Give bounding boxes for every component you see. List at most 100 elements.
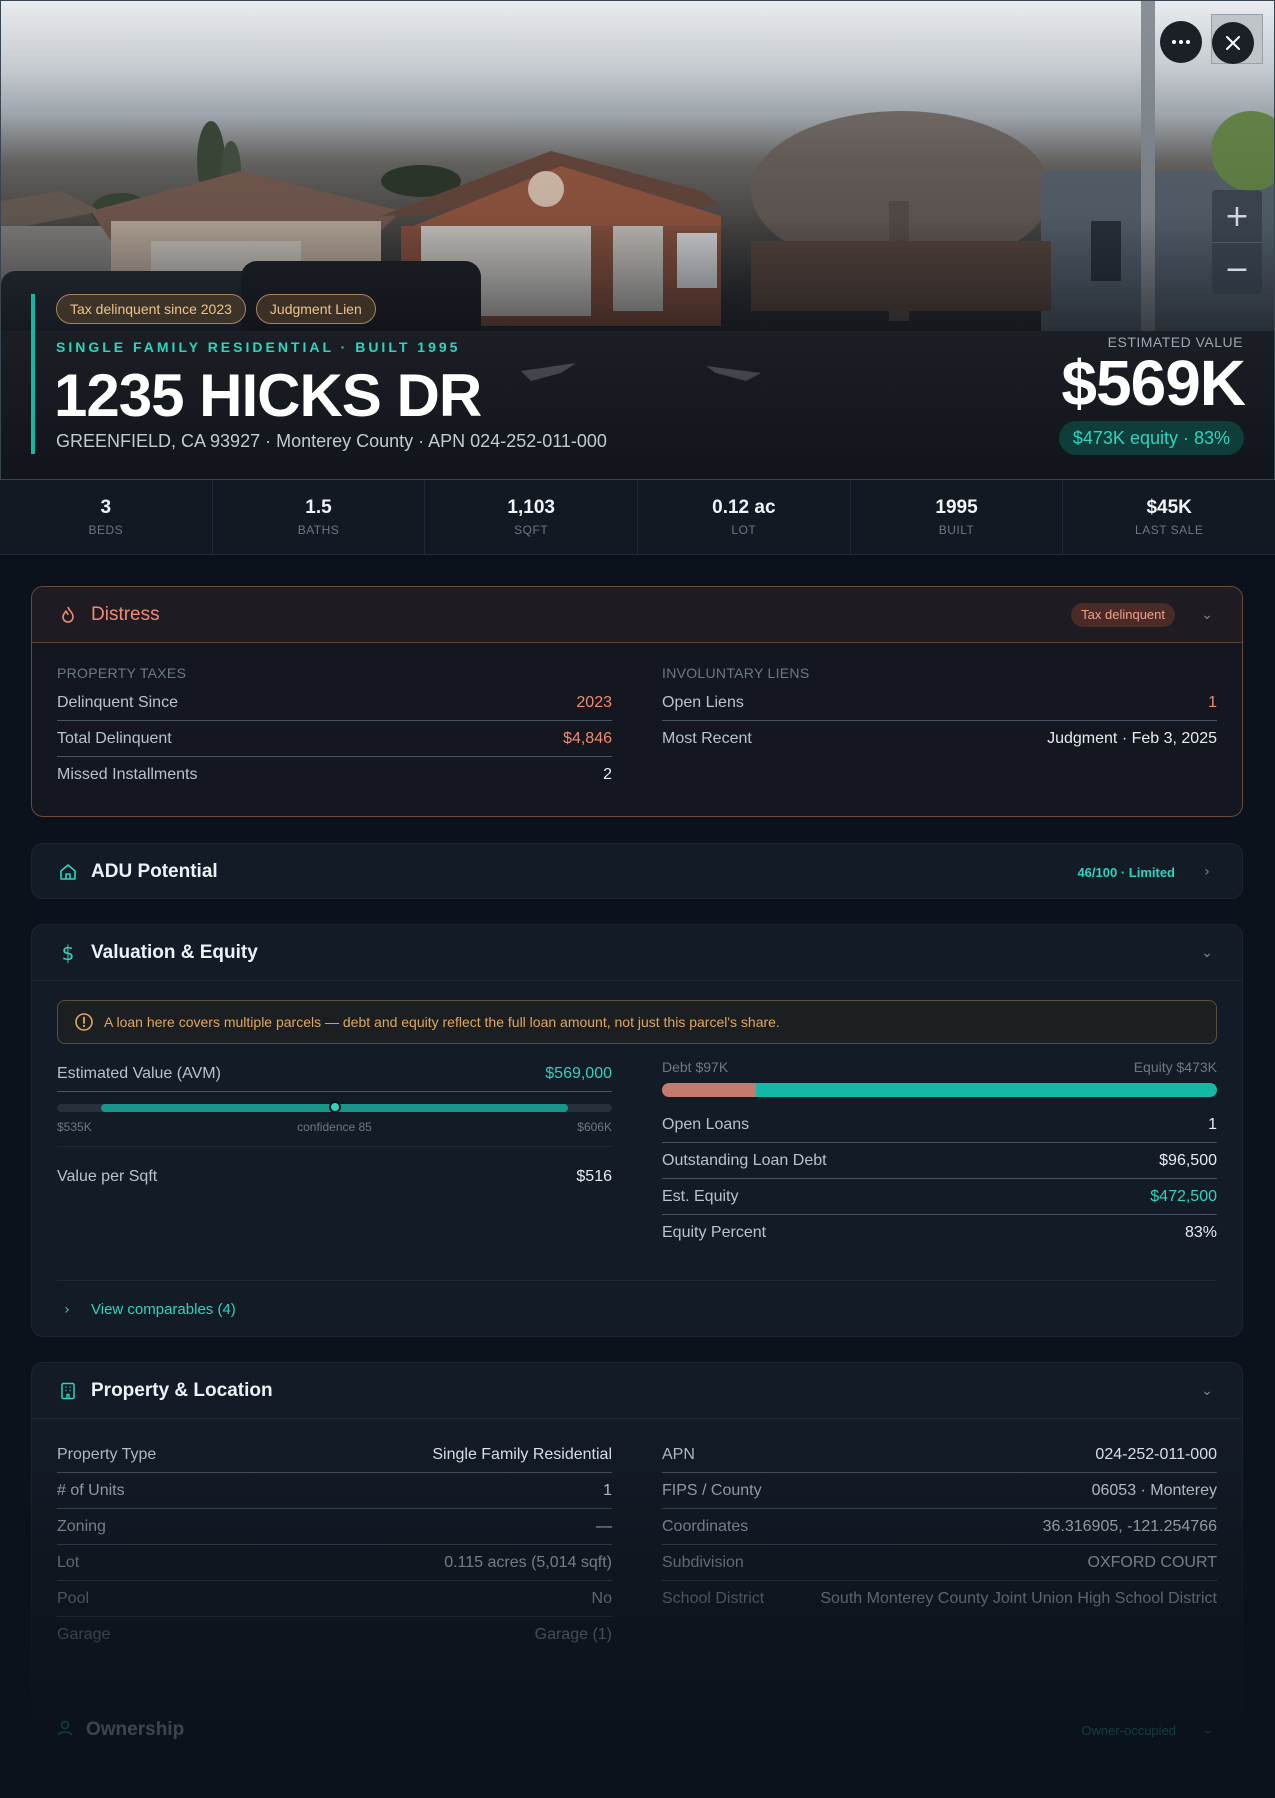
row-key: Delinquent Since (57, 693, 178, 711)
avm-row: Estimated Value (AVM) $569,000 (57, 1056, 612, 1092)
row-value: Judgment · Feb 3, 2025 (1047, 730, 1217, 747)
property-taxes-column: PROPERTY TAXES Delinquent Since 2023 Tota… (57, 643, 612, 793)
stat-label: BUILT (938, 523, 975, 537)
row-value: 1 (1208, 1115, 1217, 1133)
row-key: Est. Equity (662, 1187, 739, 1205)
row-value: $96,500 (1159, 1151, 1217, 1169)
range-high-label: $606K (577, 1120, 612, 1134)
row-key: Subdivision (662, 1553, 744, 1571)
building-icon (57, 1382, 79, 1400)
adu-potential-card[interactable]: ADU Potential 46/100 · Limited › (31, 843, 1243, 899)
distress-card: Distress Tax delinquent ⌄ PROPERTY TAXES… (31, 586, 1243, 817)
row-value: $4,846 (563, 729, 612, 747)
chevron-down-icon[interactable]: ⌄ (1197, 607, 1217, 623)
equity-label: Equity $473K (1133, 1059, 1217, 1075)
distress-body: PROPERTY TAXES Delinquent Since 2023 Tota… (32, 643, 1242, 793)
row-key: School District (662, 1590, 765, 1607)
stat-lot: 0.12 ac LOT (638, 480, 851, 554)
row-value: $472,500 (1150, 1187, 1217, 1205)
row-key: Pool (57, 1589, 90, 1607)
row-value: 1 (1208, 693, 1217, 711)
stat-label: BATHS (297, 523, 340, 537)
row-value: No (591, 1589, 612, 1607)
debt-segment (662, 1083, 757, 1097)
stat-value: 1995 (935, 497, 978, 518)
badge-judgment-lien: Judgment Lien (255, 294, 376, 324)
stat-label: BEDS (88, 523, 124, 537)
chevron-right-icon[interactable]: › (1197, 864, 1217, 880)
stat-built: 1995 BUILT (851, 480, 1064, 554)
ownership-card-header[interactable]: Ownership Owner-occupied ⌄ (31, 1702, 1243, 1758)
location-details-column: APN 024-252-011-000 FIPS / County 06053 · … (662, 1437, 1217, 1653)
row-key: Equity Percent (662, 1224, 767, 1241)
valuation-header[interactable]: $ Valuation & Equity ⌄ (32, 925, 1242, 981)
stat-last-sale: $45K LAST SALE (1063, 480, 1275, 554)
row-value: 1 (603, 1481, 612, 1499)
dollar-icon: $ (61, 940, 75, 965)
table-row: Most Recent Judgment · Feb 3, 2025 (662, 721, 1217, 757)
involuntary-liens-column: INVOLUNTARY LIENS Open Liens 1 Most Recen… (662, 643, 1217, 793)
row-key: Garage (57, 1626, 111, 1643)
table-row: Missed Installments 2 (57, 757, 612, 793)
stat-value: $45K (1146, 497, 1192, 518)
property-title: Property & Location (91, 1379, 273, 1401)
row-key: Lot (57, 1553, 80, 1571)
avm-label: Estimated Value (AVM) (57, 1064, 221, 1082)
warning-text: A loan here covers multiple parcels — de… (104, 1014, 780, 1030)
row-key: Zoning (57, 1517, 106, 1535)
chevron-right-icon: › (64, 1301, 70, 1318)
distress-header[interactable]: Distress Tax delinquent ⌄ (32, 587, 1242, 643)
property-location-line: GREENFIELD, CA 93927 · Monterey County ·… (56, 431, 607, 451)
property-subtitle: SINGLE FAMILY RESIDENTIAL · BUILT 1995 (56, 339, 461, 355)
adu-header[interactable]: ADU Potential 46/100 · Limited › (32, 844, 1242, 898)
row-key: # of Units (57, 1481, 125, 1499)
avm-column: Estimated Value (AVM) $569,000 $535K con… (57, 1044, 612, 1251)
stat-value: 0.12 ac (712, 497, 776, 518)
adu-title: ADU Potential (91, 861, 218, 882)
row-key: Value per Sqft (57, 1168, 158, 1185)
more-options-button[interactable] (1160, 21, 1202, 63)
row-key: Total Delinquent (57, 729, 172, 747)
row-value: Garage (1) (534, 1626, 612, 1643)
table-row: Pool No (57, 1581, 612, 1617)
alert-circle-icon (75, 1013, 93, 1031)
table-row: APN 024-252-011-000 (662, 1437, 1217, 1473)
map-zoom-control: + − (1212, 190, 1262, 294)
row-key: Outstanding Loan Debt (662, 1151, 827, 1169)
row-key: Open Loans (662, 1115, 750, 1133)
close-button[interactable] (1212, 22, 1254, 64)
distress-status-pill: Tax delinquent (1071, 602, 1175, 627)
stat-value: 3 (100, 497, 112, 518)
range-low-label: $535K (57, 1120, 92, 1134)
stat-sqft: 1,103 SQFT (425, 480, 639, 554)
adu-score: 46/100 · Limited (1077, 864, 1175, 880)
stat-value: 1,103 (507, 497, 555, 518)
hero-badges: Tax delinquent since 2023 Judgment Lien (56, 294, 376, 324)
table-row: Delinquent Since 2023 (57, 685, 612, 721)
property-header[interactable]: Property & Location ⌄ (32, 1363, 1242, 1419)
row-value: Single Family Residential (432, 1445, 612, 1463)
comparables-label: View comparables (4) (91, 1301, 236, 1318)
close-icon (1226, 36, 1240, 50)
hero-accent-bar (31, 294, 35, 454)
chevron-down-icon[interactable]: ⌄ (1198, 1722, 1218, 1738)
zoom-out-button[interactable]: − (1212, 243, 1262, 295)
property-address-title: 1235 HICKS DR (54, 362, 482, 429)
ownership-title: Ownership (86, 1719, 185, 1740)
zoom-in-button[interactable]: + (1212, 190, 1262, 242)
chevron-down-icon[interactable]: ⌄ (1197, 1383, 1217, 1399)
avm-value: $569,000 (545, 1064, 612, 1082)
row-value: OXFORD COURT (1087, 1553, 1217, 1571)
table-row: Est. Equity $472,500 (662, 1179, 1217, 1215)
property-body: Property Type Single Family Residential #… (32, 1437, 1242, 1653)
valuation-equity-card: $ Valuation & Equity ⌄ A loan here cover… (31, 924, 1243, 1337)
row-key: Property Type (57, 1445, 157, 1463)
table-row: FIPS / County 06053 · Monterey (662, 1473, 1217, 1509)
row-value: 2023 (576, 693, 612, 711)
debt-label: Debt $97K (662, 1059, 729, 1075)
row-value: $516 (576, 1168, 612, 1185)
chevron-down-icon[interactable]: ⌄ (1197, 945, 1217, 961)
avm-confidence-bar (57, 1101, 612, 1113)
view-comparables-link[interactable]: › View comparables (4) (57, 1280, 1217, 1336)
row-value: 2 (603, 766, 612, 783)
